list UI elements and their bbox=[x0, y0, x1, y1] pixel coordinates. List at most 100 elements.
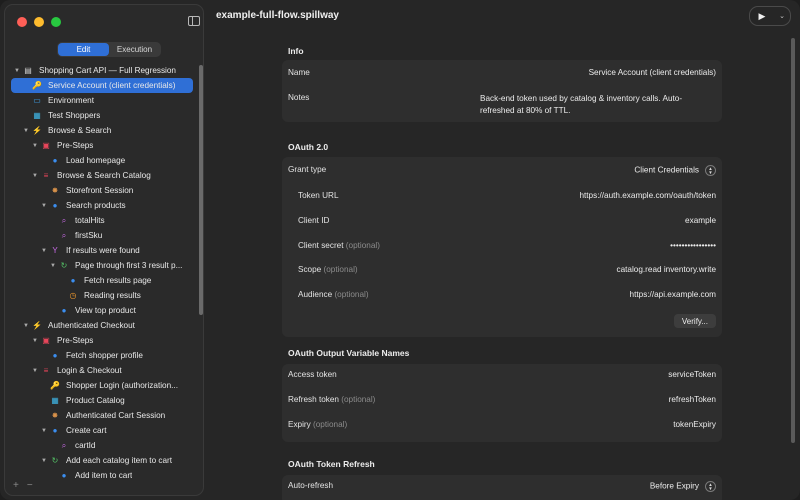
cookie-icon: ✸ bbox=[51, 186, 59, 195]
tree-item-label: Load homepage bbox=[66, 156, 126, 165]
client-id-value[interactable]: example bbox=[685, 216, 716, 225]
tree-item[interactable]: ▼ ↻ Add each catalog item to cart bbox=[11, 453, 193, 468]
tree-item[interactable]: ▼ ● Search products bbox=[11, 198, 193, 213]
chevron-down-icon[interactable]: ▼ bbox=[40, 248, 48, 254]
tree-item[interactable]: ✸ Storefront Session bbox=[11, 183, 193, 198]
list-icon: ≡ bbox=[43, 366, 49, 375]
presteps-icon: ▣ bbox=[42, 336, 50, 345]
verify-button[interactable]: Verify... bbox=[673, 314, 716, 328]
refresh-token-label: Refresh token (optional) bbox=[288, 395, 376, 404]
remove-item-button[interactable]: − bbox=[27, 480, 33, 491]
loop-icon: ↻ bbox=[60, 261, 68, 270]
tree-item[interactable]: ▼ ⚡ Browse & Search bbox=[11, 123, 193, 138]
tree-item[interactable]: 🔑 Shopper Login (authorization... bbox=[11, 378, 193, 393]
access-token-label: Access token bbox=[288, 370, 337, 379]
tree-item[interactable]: ▦ Product Catalog bbox=[11, 393, 193, 408]
tree-item-label: Fetch results page bbox=[84, 276, 152, 285]
tree-item[interactable]: 🔑 Service Account (client credentials) bbox=[11, 78, 193, 93]
globe-icon: ● bbox=[52, 351, 58, 360]
tree-item[interactable]: ▼ ≡ Browse & Search Catalog bbox=[11, 168, 193, 183]
expiry-value[interactable]: tokenExpiry bbox=[673, 420, 716, 429]
tree-item[interactable]: ● View top product bbox=[11, 303, 193, 318]
bolt-icon: ⚡ bbox=[32, 321, 42, 330]
chevron-down-icon[interactable]: ▼ bbox=[40, 428, 48, 434]
tree-item-label: Search products bbox=[66, 201, 126, 210]
tree-item[interactable]: ▼ ▤ Shopping Cart API — Full Regression bbox=[11, 63, 193, 78]
tree-item-label: Add each catalog item to cart bbox=[66, 456, 173, 465]
tree-item[interactable]: ▼ Y If results were found bbox=[11, 243, 193, 258]
minimize-window-button[interactable] bbox=[34, 17, 44, 27]
audience-label: Audience (optional) bbox=[298, 290, 369, 299]
tree-item[interactable]: ▼ ▣ Pre-Steps bbox=[11, 333, 193, 348]
scope-value[interactable]: catalog.read inventory.write bbox=[616, 265, 716, 274]
output-card: Access token serviceToken Refresh token … bbox=[282, 364, 722, 442]
tree-item[interactable]: ◷ Reading results bbox=[11, 288, 193, 303]
tree-item[interactable]: ▼ ▣ Pre-Steps bbox=[11, 138, 193, 153]
tree-item-label: Create cart bbox=[66, 426, 107, 435]
tree-item-label: totalHits bbox=[75, 216, 105, 225]
tree-item[interactable]: ▼ ≡ Login & Checkout bbox=[11, 363, 193, 378]
tree-item[interactable]: ▭ Environment bbox=[11, 93, 193, 108]
notes-line-2: refreshed at 80% of TTL. bbox=[480, 106, 571, 115]
refresh-token-value[interactable]: refreshToken bbox=[669, 395, 716, 404]
tree-item[interactable]: ▼ ● Create cart bbox=[11, 423, 193, 438]
chevron-down-icon[interactable]: ▼ bbox=[31, 368, 39, 374]
chevron-updown-icon: ▲ ▼ bbox=[705, 481, 716, 492]
notes-value[interactable]: Back-end token used by catalog & invento… bbox=[480, 93, 716, 117]
tree-item[interactable]: ▼ ↻ Page through first 3 result p... bbox=[11, 258, 193, 273]
edit-mode-tab[interactable]: Edit bbox=[58, 43, 109, 56]
scope-label: Scope (optional) bbox=[298, 265, 358, 274]
name-value[interactable]: Service Account (client credentials) bbox=[589, 68, 716, 77]
main-scrollbar[interactable] bbox=[791, 38, 795, 443]
tree-item[interactable]: ⌕ cartId bbox=[11, 438, 193, 453]
token-url-label: Token URL bbox=[298, 191, 339, 200]
chevron-down-icon[interactable]: ▼ bbox=[31, 143, 39, 149]
execution-mode-tab[interactable]: Execution bbox=[109, 43, 160, 56]
tree-item-label: Pre-Steps bbox=[57, 141, 94, 150]
tree-item[interactable]: ● Fetch shopper profile bbox=[11, 348, 193, 363]
run-control: ▶ ⌄ bbox=[749, 6, 791, 26]
chevron-down-icon[interactable]: ▼ bbox=[22, 323, 30, 329]
refresh-section-title: OAuth Token Refresh bbox=[288, 459, 375, 469]
chevron-down-icon[interactable]: ▼ bbox=[22, 128, 30, 134]
globe-icon: ● bbox=[61, 471, 67, 480]
chevron-down-icon[interactable]: ▼ bbox=[40, 203, 48, 209]
close-window-button[interactable] bbox=[17, 17, 27, 27]
chevron-down-icon[interactable]: ▼ bbox=[31, 338, 39, 344]
output-section-title: OAuth Output Variable Names bbox=[288, 348, 410, 358]
presteps-icon: ▣ bbox=[42, 141, 50, 150]
tree-item[interactable]: ⌕ firstSku bbox=[11, 228, 193, 243]
maximize-window-button[interactable] bbox=[51, 17, 61, 27]
add-item-button[interactable]: + bbox=[13, 480, 19, 491]
chevron-down-icon[interactable]: ▼ bbox=[40, 458, 48, 464]
tree-item[interactable]: ● Load homepage bbox=[11, 153, 193, 168]
access-token-value[interactable]: serviceToken bbox=[668, 370, 716, 379]
chevron-down-icon[interactable]: ▼ bbox=[31, 173, 39, 179]
tree-item[interactable]: ▦ Test Shoppers bbox=[11, 108, 193, 123]
grant-type-select[interactable]: Client Credentials ▲ ▼ bbox=[634, 165, 716, 176]
tree-item[interactable]: ✸ Authenticated Cart Session bbox=[11, 408, 193, 423]
sidebar-toggle-icon[interactable] bbox=[188, 16, 200, 26]
chevron-down-icon[interactable]: ▼ bbox=[49, 263, 57, 269]
list-icon: ≡ bbox=[43, 171, 49, 180]
client-secret-label: Client secret (optional) bbox=[298, 241, 380, 250]
info-card: Name Service Account (client credentials… bbox=[282, 60, 722, 122]
loop-icon: ↻ bbox=[51, 456, 59, 465]
tree-item[interactable]: ● Fetch results page bbox=[11, 273, 193, 288]
sidebar-scrollbar[interactable] bbox=[199, 65, 203, 315]
audience-value[interactable]: https://api.example.com bbox=[630, 290, 716, 299]
tree-item[interactable]: ▼ ⚡ Authenticated Checkout bbox=[11, 318, 193, 333]
auto-refresh-select[interactable]: Before Expiry ▲ ▼ bbox=[650, 481, 716, 492]
tree-item[interactable]: ● Add item to cart bbox=[11, 468, 193, 483]
tree-item-label: Add item to cart bbox=[75, 471, 133, 480]
client-secret-value[interactable]: •••••••••••••••• bbox=[670, 241, 716, 250]
tree-item-label: Authenticated Checkout bbox=[48, 321, 135, 330]
chevron-down-icon[interactable]: ⌄ bbox=[774, 12, 790, 20]
tree-item[interactable]: ⌕ totalHits bbox=[11, 213, 193, 228]
run-button[interactable]: ▶ bbox=[750, 11, 774, 22]
token-url-value[interactable]: https://auth.example.com/oauth/token bbox=[579, 191, 716, 200]
chevron-down-icon[interactable]: ▼ bbox=[13, 68, 21, 74]
panel-icon: ▭ bbox=[33, 96, 41, 105]
tree-item-label: Browse & Search Catalog bbox=[57, 171, 151, 180]
sidebar-footer: + − bbox=[13, 480, 33, 491]
